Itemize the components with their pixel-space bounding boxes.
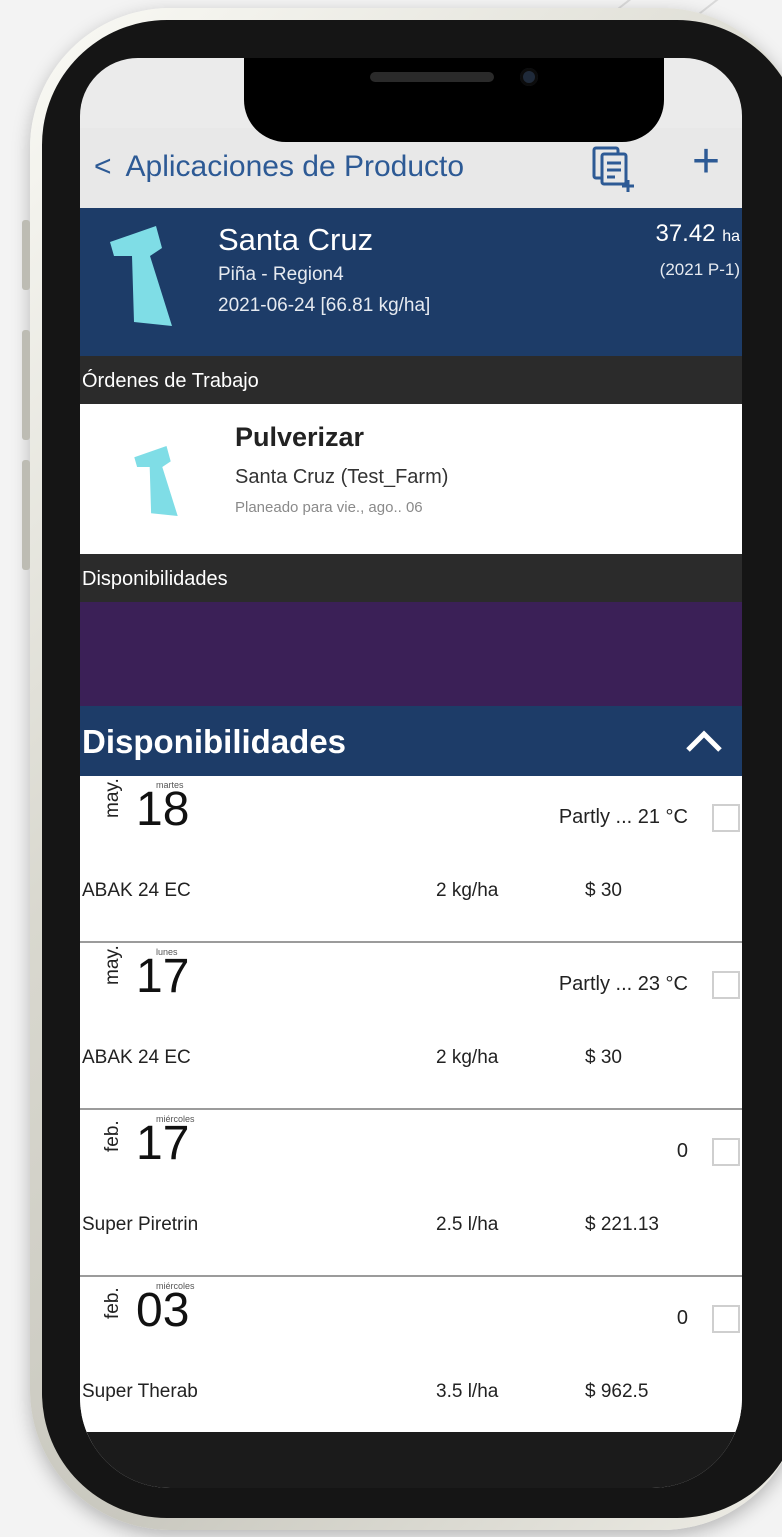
back-button[interactable]: < Aplicaciones de Producto [94, 150, 464, 184]
field-name: Santa Cruz [218, 222, 374, 257]
row-product: Super Piretrin [82, 1214, 199, 1235]
speaker [370, 72, 494, 82]
row-month: may. [102, 778, 123, 818]
row-product: Super Therab [82, 1381, 198, 1402]
row-day: 17 [136, 950, 190, 1003]
availability-row[interactable]: may. martes 18 Partly ... 21 °C ABAK 24 … [80, 776, 742, 943]
row-checkbox[interactable] [712, 1138, 740, 1166]
row-weather: 0 [676, 1307, 688, 1329]
row-rate: 2 kg/ha [436, 1047, 499, 1068]
row-cost: $ 221.13 [585, 1214, 659, 1235]
row-checkbox[interactable] [712, 971, 740, 999]
plus-icon[interactable]: + [692, 138, 720, 186]
phone-notch [244, 58, 664, 142]
phone-side-button [22, 460, 30, 570]
availability-row[interactable]: feb. miércoles 17 0 Super Piretrin 2.5 l… [80, 1110, 742, 1277]
row-weather: 0 [676, 1140, 688, 1162]
field-crop: Piña - Region4 [218, 264, 344, 285]
availability-banner [80, 602, 742, 706]
row-rate: 2 kg/ha [436, 880, 499, 901]
row-product: ABAK 24 EC [82, 880, 191, 901]
phone-side-button [22, 220, 30, 290]
row-product: ABAK 24 EC [82, 1047, 191, 1068]
app-screen: < Aplicaciones de Producto + Santa Cruz P… [80, 58, 742, 1488]
availability-title: Disponibilidades [82, 723, 347, 760]
row-checkbox[interactable] [712, 1305, 740, 1333]
work-order-item[interactable]: Pulverizar Santa Cruz (Test_Farm) Planea… [80, 404, 742, 554]
work-order-location: Santa Cruz (Test_Farm) [235, 466, 449, 488]
row-rate: 2.5 l/ha [436, 1214, 499, 1235]
row-day: 17 [136, 1117, 190, 1170]
row-cost: $ 30 [585, 880, 622, 901]
row-month: feb. [102, 1120, 123, 1152]
availability-header[interactable]: Disponibilidades [80, 706, 742, 776]
row-month: feb. [102, 1287, 123, 1319]
row-checkbox[interactable] [712, 804, 740, 832]
field-date-rate: 2021-06-24 [66.81 kg/ha] [218, 295, 431, 316]
row-weather: Partly ... 23 °C [558, 973, 688, 995]
work-order-planned: Planeado para vie., ago.. 06 [235, 499, 423, 516]
phone-side-button [22, 330, 30, 440]
work-orders-section-header: Órdenes de Trabajo [80, 356, 742, 404]
row-day: 03 [136, 1284, 190, 1337]
chevron-up-icon[interactable] [684, 726, 724, 756]
row-cost: $ 962.5 [585, 1381, 649, 1402]
row-day: 18 [136, 783, 190, 836]
row-weather: Partly ... 21 °C [558, 806, 688, 828]
field-summary[interactable]: Santa Cruz Piña - Region4 2021-06-24 [66… [80, 208, 742, 356]
home-indicator-area [80, 1432, 742, 1488]
availability-row[interactable]: feb. miércoles 03 0 Super Therab 3.5 l/h… [80, 1277, 742, 1444]
field-shape-icon [110, 226, 172, 326]
camera [520, 68, 538, 86]
availability-list: may. martes 18 Partly ... 21 °C ABAK 24 … [80, 776, 742, 1488]
field-season: (2021 P-1) [659, 260, 740, 279]
availability-row[interactable]: may. lunes 17 Partly ... 23 °C ABAK 24 E… [80, 943, 742, 1110]
row-rate: 3.5 l/ha [436, 1381, 499, 1402]
availability-section-header: Disponibilidades [80, 554, 742, 602]
page-title: Aplicaciones de Producto [125, 150, 465, 183]
work-order-title: Pulverizar [235, 422, 365, 452]
chevron-left-icon: < [94, 150, 112, 183]
copy-document-add-icon[interactable] [590, 144, 640, 194]
field-area: 37.42 ha [655, 220, 740, 247]
row-cost: $ 30 [585, 1047, 622, 1068]
field-shape-icon [134, 446, 178, 516]
row-month: may. [102, 945, 123, 985]
